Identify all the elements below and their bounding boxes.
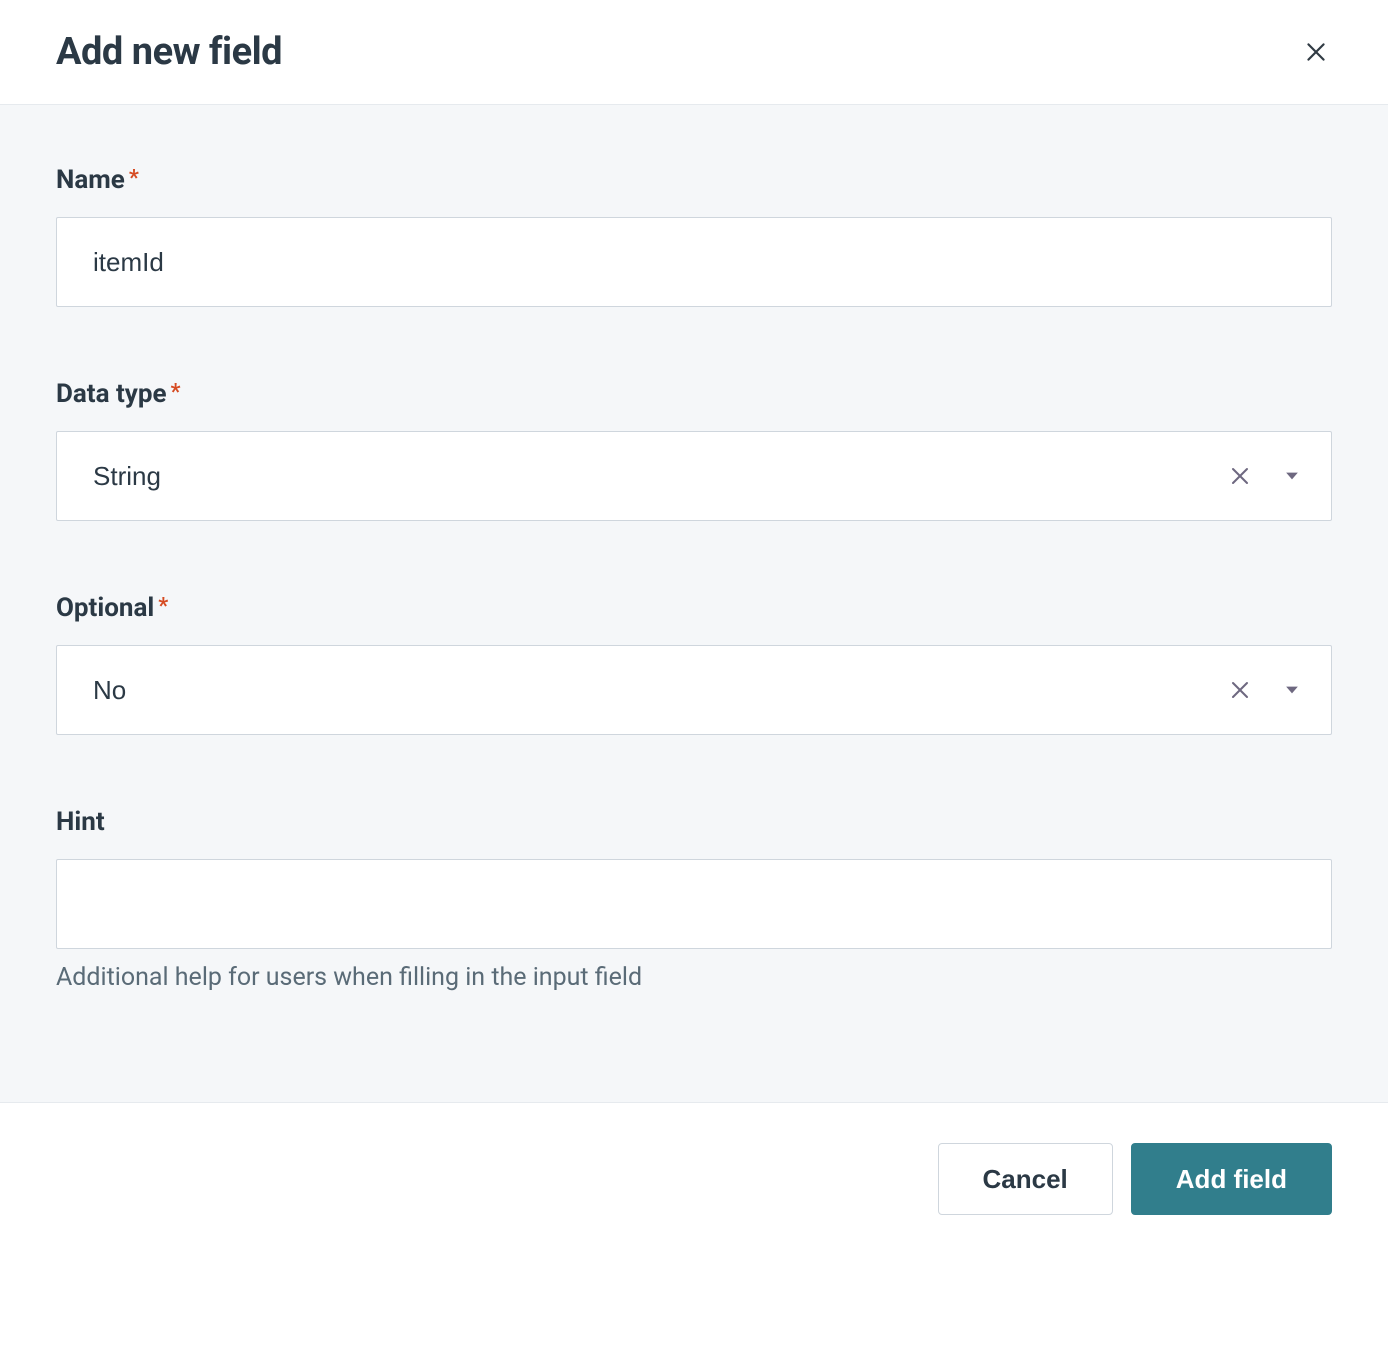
data-type-dropdown-button[interactable] [1276, 460, 1308, 492]
required-mark: * [171, 380, 181, 405]
data-type-value[interactable] [56, 431, 1332, 521]
hint-label-text: Hint [56, 807, 105, 837]
required-mark: * [158, 594, 168, 619]
data-type-select-icons [1224, 431, 1308, 521]
optional-group: Optional* [56, 593, 1332, 735]
modal-footer: Cancel Add field [0, 1102, 1388, 1255]
cancel-button[interactable]: Cancel [938, 1143, 1113, 1215]
chevron-down-icon [1282, 680, 1302, 700]
close-icon [1228, 678, 1252, 702]
optional-label-text: Optional [56, 593, 154, 623]
close-icon [1228, 464, 1252, 488]
add-field-modal: Add new field Name* Data type* [0, 0, 1388, 1255]
data-type-clear-button[interactable] [1224, 460, 1256, 492]
chevron-down-icon [1282, 466, 1302, 486]
add-field-button[interactable]: Add field [1131, 1143, 1332, 1215]
data-type-group: Data type* [56, 379, 1332, 521]
optional-label: Optional* [56, 593, 1332, 623]
data-type-label-text: Data type [56, 379, 167, 409]
optional-select[interactable] [56, 645, 1332, 735]
close-button[interactable] [1300, 36, 1332, 68]
hint-input[interactable] [56, 859, 1332, 949]
hint-help-text: Additional help for users when filling i… [56, 963, 1332, 992]
name-group: Name* [56, 165, 1332, 307]
name-label-text: Name [56, 165, 125, 195]
close-icon [1303, 39, 1329, 65]
optional-dropdown-button[interactable] [1276, 674, 1308, 706]
data-type-select[interactable] [56, 431, 1332, 521]
hint-label: Hint [56, 807, 1332, 837]
name-input[interactable] [56, 217, 1332, 307]
modal-title: Add new field [56, 30, 282, 74]
optional-value[interactable] [56, 645, 1332, 735]
modal-body: Name* Data type* [0, 105, 1388, 1102]
optional-select-icons [1224, 645, 1308, 735]
optional-clear-button[interactable] [1224, 674, 1256, 706]
required-mark: * [129, 166, 139, 191]
name-label: Name* [56, 165, 1332, 195]
modal-header: Add new field [0, 0, 1388, 105]
data-type-label: Data type* [56, 379, 1332, 409]
hint-group: Hint Additional help for users when fill… [56, 807, 1332, 992]
